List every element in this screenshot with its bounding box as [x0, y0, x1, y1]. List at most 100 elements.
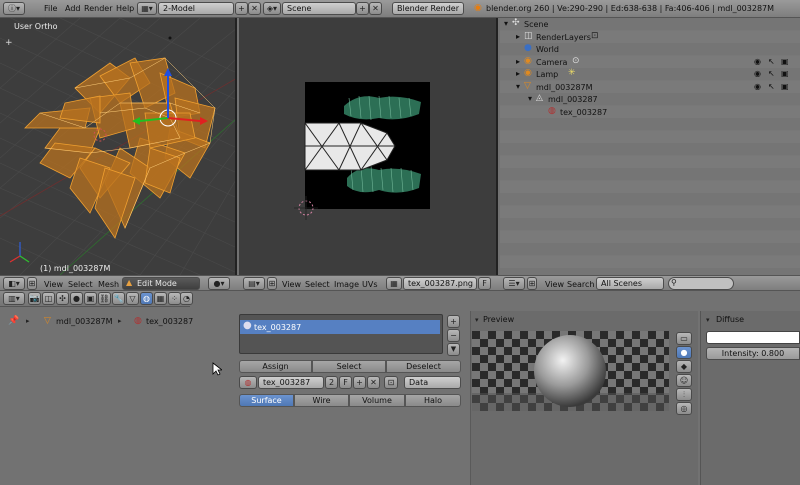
- material-name-field[interactable]: tex_003287: [258, 376, 324, 389]
- tab-wire[interactable]: Wire: [294, 394, 349, 407]
- outliner-row-material[interactable]: ◍ tex_003287: [500, 106, 800, 119]
- outliner-item-label[interactable]: tex_003287: [560, 108, 607, 117]
- outliner-row-renderlayers[interactable]: ▸ ◫ RenderLayers ⊡: [500, 31, 800, 44]
- preview-cube-icon[interactable]: ◆: [676, 360, 692, 373]
- tab-surface[interactable]: Surface: [239, 394, 294, 407]
- outliner-menu-view[interactable]: View: [545, 280, 564, 289]
- outliner-row-scene[interactable]: ▾ ✣ Scene: [500, 18, 800, 31]
- visibility-eye-icon[interactable]: ◉: [754, 82, 761, 91]
- world-tab-icon[interactable]: ●: [70, 292, 83, 305]
- outliner-display-select[interactable]: All Scenes: [596, 277, 664, 290]
- image-menu-image[interactable]: Image: [334, 280, 359, 289]
- slot-remove-icon[interactable]: −: [447, 329, 460, 342]
- material-tab-icon[interactable]: ◍: [140, 292, 153, 305]
- image-menu-view[interactable]: View: [282, 280, 301, 289]
- layout-close-icon[interactable]: ✕: [248, 2, 261, 15]
- image-menu-select[interactable]: Select: [305, 280, 330, 289]
- menu-help[interactable]: Help: [116, 4, 134, 13]
- material-add-icon[interactable]: +: [353, 376, 366, 389]
- modifiers-tab-icon[interactable]: 🔧: [112, 292, 125, 305]
- texture-tab-icon[interactable]: ▦: [154, 292, 167, 305]
- outliner-item-label[interactable]: mdl_003287: [548, 95, 598, 104]
- slot-menu-icon[interactable]: ▼: [447, 343, 460, 356]
- panel-collapse-icon[interactable]: ▾: [706, 316, 710, 324]
- render-camera-icon[interactable]: ▣: [781, 69, 789, 78]
- material-node-icon[interactable]: ⊡: [384, 376, 398, 389]
- object-tab-icon[interactable]: ▣: [84, 292, 97, 305]
- menu-collapse-icon[interactable]: ⊞: [27, 277, 37, 290]
- outliner-row-mesh-object[interactable]: ▾ ▽ mdl_003287M ◉ ↖ ▣: [500, 81, 800, 94]
- expand-toggle-icon[interactable]: ▸: [516, 32, 520, 41]
- outliner-item-label[interactable]: RenderLayers: [536, 33, 591, 42]
- assign-button[interactable]: Assign: [239, 360, 312, 373]
- editor-type-3dview-icon[interactable]: ◧▾: [3, 277, 25, 290]
- menu-collapse-icon[interactable]: ⊞: [527, 277, 537, 290]
- layout-add-icon[interactable]: +: [235, 2, 248, 15]
- material-browse-icon[interactable]: ◍: [239, 376, 257, 389]
- deselect-button[interactable]: Deselect: [386, 360, 461, 373]
- expand-toggle-icon[interactable]: ▾: [516, 82, 520, 91]
- expand-toggle-icon[interactable]: ▾: [504, 19, 508, 28]
- select-button[interactable]: Select: [312, 360, 386, 373]
- menu-file[interactable]: File: [44, 4, 57, 13]
- expand-toggle-icon[interactable]: ▸: [516, 69, 520, 78]
- pin-icon[interactable]: 📌: [8, 316, 19, 326]
- editor-type-outliner-icon[interactable]: ☰▾: [503, 277, 525, 290]
- image-name-field[interactable]: tex_003287.png: [403, 277, 477, 290]
- image-fake-user-button[interactable]: F: [478, 277, 491, 290]
- expand-toggle-icon[interactable]: ▸: [516, 57, 520, 66]
- outliner-row-camera[interactable]: ▸ ◉ Camera ⊙ ◉ ↖ ▣: [500, 56, 800, 69]
- preview-world-icon[interactable]: ◎: [676, 402, 692, 415]
- render-engine-select[interactable]: Blender Render: [392, 2, 464, 15]
- preview-flat-icon[interactable]: ▭: [676, 332, 692, 345]
- outliner-menu-search[interactable]: Search: [567, 280, 594, 289]
- render-tab-icon[interactable]: 📷: [28, 292, 41, 305]
- select-arrow-icon[interactable]: ↖: [768, 82, 775, 91]
- material-fake-user-button[interactable]: F: [339, 376, 352, 389]
- outliner-item-label[interactable]: World: [536, 45, 559, 54]
- viewport-shading-icon[interactable]: ●▾: [208, 277, 230, 290]
- uv-image-editor[interactable]: [239, 18, 498, 275]
- scene-close-icon[interactable]: ✕: [369, 2, 382, 15]
- view3d-menu-select[interactable]: Select: [68, 280, 93, 289]
- scene-add-icon[interactable]: +: [356, 2, 369, 15]
- menu-add[interactable]: Add: [65, 4, 81, 13]
- editor-type-properties-icon[interactable]: ▥▾: [3, 292, 25, 305]
- render-layers-tab-icon[interactable]: ◫: [42, 292, 55, 305]
- material-unlink-icon[interactable]: ✕: [367, 376, 380, 389]
- outliner-item-label[interactable]: Scene: [524, 20, 548, 29]
- preview-sphere-icon[interactable]: ●: [676, 346, 692, 359]
- tab-halo[interactable]: Halo: [405, 394, 461, 407]
- select-arrow-icon[interactable]: ↖: [768, 69, 775, 78]
- outliner-row-lamp[interactable]: ▸ ◉ Lamp ✳ ◉ ↖ ▣: [500, 68, 800, 81]
- outliner-item-label[interactable]: Camera: [536, 58, 567, 67]
- outliner-row-world[interactable]: ● World: [500, 43, 800, 56]
- expand-toggle-icon[interactable]: ▾: [528, 94, 532, 103]
- select-arrow-icon[interactable]: ↖: [768, 57, 775, 66]
- editor-type-image-icon[interactable]: ▤▾: [243, 277, 265, 290]
- diffuse-intensity-slider[interactable]: Intensity: 0.800: [706, 347, 800, 360]
- diffuse-color-swatch[interactable]: [706, 331, 800, 344]
- layout-name-field[interactable]: 2-Model: [158, 2, 234, 15]
- preview-hair-icon[interactable]: ⫶: [676, 388, 692, 401]
- scene-browse-icon[interactable]: ◈▾: [263, 2, 281, 15]
- view3d-menu-view[interactable]: View: [44, 280, 63, 289]
- render-camera-icon[interactable]: ▣: [781, 57, 789, 66]
- material-link-select[interactable]: Data: [404, 376, 461, 389]
- visibility-eye-icon[interactable]: ◉: [754, 57, 761, 66]
- image-browse-icon[interactable]: ▦: [386, 277, 402, 290]
- preview-monkey-icon[interactable]: ☺: [676, 374, 692, 387]
- outliner-search-input[interactable]: [668, 277, 734, 290]
- outliner-item-label[interactable]: mdl_003287M: [536, 83, 593, 92]
- visibility-eye-icon[interactable]: ◉: [754, 69, 761, 78]
- outliner-row-mesh-data[interactable]: ▾ ◬ mdl_003287: [500, 93, 800, 106]
- image-menu-uvs[interactable]: UVs: [362, 280, 378, 289]
- scene-tab-icon[interactable]: ✣: [56, 292, 69, 305]
- editor-type-info-icon[interactable]: ⓘ▾: [3, 2, 25, 15]
- menu-collapse-icon[interactable]: ⊞: [267, 277, 277, 290]
- slot-add-icon[interactable]: +: [447, 315, 460, 328]
- outliner-item-label[interactable]: Lamp: [536, 70, 558, 79]
- view3d-menu-mesh[interactable]: Mesh: [98, 280, 119, 289]
- panel-collapse-icon[interactable]: ▾: [475, 316, 479, 324]
- menu-render[interactable]: Render: [84, 4, 112, 13]
